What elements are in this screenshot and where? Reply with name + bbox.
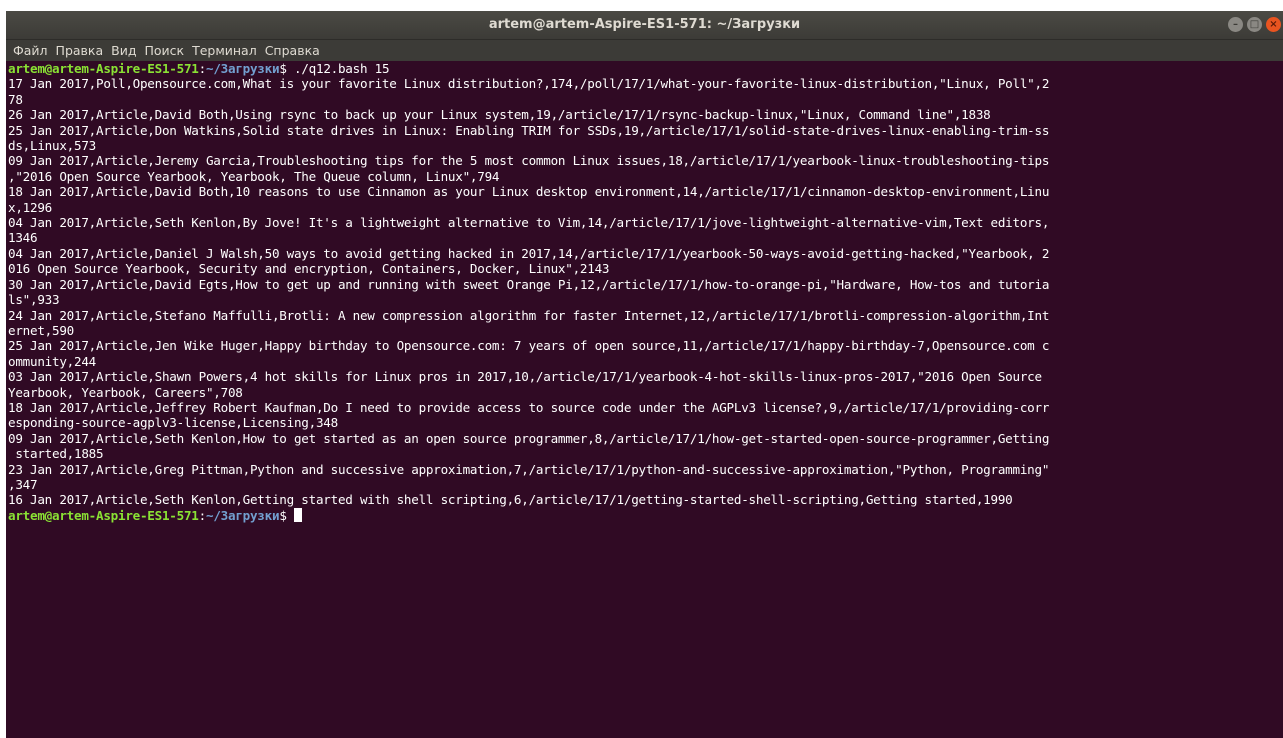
output-line: 1346	[8, 230, 38, 246]
output-line: ,"2016 Open Source Yearbook, Yearbook, T…	[8, 168, 500, 184]
output-line: 18 Jan 2017,Article,Jeffrey Robert Kaufm…	[8, 399, 1050, 415]
menu-view[interactable]: Вид	[107, 40, 140, 61]
output-line: 04 Jan 2017,Article,Daniel J Walsh,50 wa…	[8, 245, 1050, 261]
minimize-icon[interactable]: –	[1228, 17, 1243, 32]
prompt-separator: :	[198, 61, 207, 76]
output-line: Yearbook, Yearbook, Careers",708	[8, 384, 243, 400]
prompt-user: artem@artem-Aspire-ES1-571	[8, 61, 199, 76]
output-line: ds,Linux,573	[8, 138, 96, 154]
terminal-output-area[interactable]: artem@artem-Aspire-ES1-571:~/Загрузки$ .…	[6, 61, 1283, 523]
output-line: 25 Jan 2017,Article,Don Watkins,Solid st…	[8, 122, 1050, 138]
output-line: 18 Jan 2017,Article,David Both,10 reason…	[8, 184, 1050, 200]
output-line: esponding-source-agplv3-license,Licensin…	[8, 415, 338, 431]
command-text: ./q12.bash 15	[293, 61, 390, 76]
output-line: 03 Jan 2017,Article,Shawn Powers,4 hot s…	[8, 369, 1042, 385]
output-line: ,347	[8, 476, 38, 492]
output-line: 09 Jan 2017,Article,Jeremy Garcia,Troubl…	[8, 153, 1050, 169]
output-line: 016 Open Source Yearbook, Security and e…	[8, 261, 610, 277]
output-line: ls",933	[8, 292, 60, 308]
prompt-user: artem@artem-Aspire-ES1-571	[8, 507, 199, 523]
menu-help[interactable]: Справка	[261, 40, 324, 61]
window-title: artem@artem-Aspire-ES1-571: ~/Загрузки	[488, 17, 801, 32]
menu-terminal[interactable]: Терминал	[188, 40, 261, 61]
maximize-icon[interactable]: □	[1247, 17, 1262, 32]
output-line: 04 Jan 2017,Article,Seth Kenlon,By Jove!…	[8, 215, 1050, 231]
output-line: 17 Jan 2017,Poll,Opensource.com,What is …	[8, 76, 1050, 92]
command-line: artem@artem-Aspire-ES1-571:~/Загрузки$ .…	[8, 61, 1281, 76]
prompt-separator: :	[198, 507, 207, 523]
output-line: ommunity,244	[8, 353, 96, 369]
output-line: ernet,590	[8, 322, 74, 338]
output-line: 26 Jan 2017,Article,David Both,Using rsy…	[8, 107, 991, 123]
output-line: 09 Jan 2017,Article,Seth Kenlon,How to g…	[8, 430, 1050, 446]
terminal-window: artem@artem-Aspire-ES1-571: ~/Загрузки –…	[6, 11, 1283, 738]
prompt-dollar: $	[279, 61, 294, 76]
output-line: 30 Jan 2017,Article,David Egts,How to ge…	[8, 276, 1050, 292]
output-line: 23 Jan 2017,Article,Greg Pittman,Python …	[8, 461, 1050, 477]
active-prompt-line[interactable]: artem@artem-Aspire-ES1-571:~/Загрузки$	[8, 507, 1281, 523]
menu-search[interactable]: Поиск	[140, 40, 188, 61]
menu-file[interactable]: Файл	[9, 40, 52, 61]
text-cursor	[293, 507, 302, 522]
prompt-path: ~/Загрузки	[205, 507, 280, 523]
output-line: 16 Jan 2017,Article,Seth Kenlon,Getting …	[8, 492, 1013, 508]
menu-bar: Файл Правка Вид Поиск Терминал Справка	[6, 39, 1283, 61]
window-controls: – □ ×	[1228, 17, 1281, 32]
menu-edit[interactable]: Правка	[52, 40, 108, 61]
prompt-dollar: $	[279, 507, 294, 523]
output-line: 24 Jan 2017,Article,Stefano Maffulli,Bro…	[8, 307, 1050, 323]
output-line: x,1296	[8, 199, 52, 215]
output-line: started,1885	[8, 446, 104, 462]
output-line: 25 Jan 2017,Article,Jen Wike Huger,Happy…	[8, 338, 1050, 354]
output-line: 78	[8, 91, 23, 107]
prompt-path: ~/Загрузки	[205, 61, 280, 76]
close-icon[interactable]: ×	[1266, 17, 1281, 32]
title-bar[interactable]: artem@artem-Aspire-ES1-571: ~/Загрузки –…	[6, 11, 1283, 39]
